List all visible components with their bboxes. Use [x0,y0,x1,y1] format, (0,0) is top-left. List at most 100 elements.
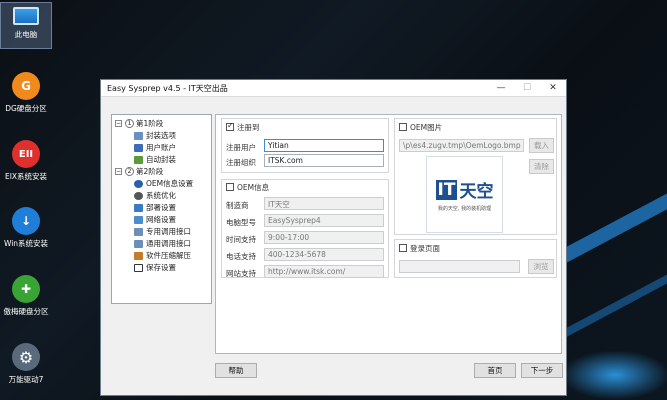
browse-button[interactable]: 浏览 [528,259,554,274]
tree-label: 网络设置 [146,215,176,224]
dg-partition-icon: G [12,72,40,100]
tree-item-oem-settings[interactable]: OEM信息设置 [134,178,193,189]
win-install-icon: ↓ [12,207,40,235]
tree-stage-2[interactable]: − 2 第2阶段 [115,166,163,177]
desktop-icon-eix-install[interactable]: EII EIX系统安装 [0,140,52,182]
itsk-logo: IT 天空 [435,177,494,202]
easy-sysprep-window: Easy Sysprep v4.5 - IT天空出品 — ☐ ✕ − 1 第1阶… [100,79,567,396]
tree-label: 用户账户 [146,143,176,152]
login-page-checkbox[interactable]: 登录页面 [399,243,440,254]
tree-item-save-settings[interactable]: 保存设置 [134,262,176,273]
checkbox-checked-icon [226,121,234,131]
oem-image-checkbox[interactable]: OEM图片 [399,122,442,133]
tree-item-package-options[interactable]: 封装选项 [134,130,176,141]
checkbox-label: OEM信息 [237,183,270,192]
computer-icon [13,7,39,25]
tree-label: 第2阶段 [136,167,164,176]
login-page-path-input[interactable] [399,260,520,273]
support-phone-input[interactable]: 400-1234-5678 [264,248,384,261]
tree-label: 封装选项 [146,131,176,140]
stage-icon: 1 [125,119,134,128]
register-user-label: 注册用户 [226,143,256,152]
logo-slogan: 我的天空, 我的装机助理 [437,206,492,212]
window-title: Easy Sysprep v4.5 - IT天空出品 [107,83,228,93]
tree-label: 专用调用接口 [146,227,191,236]
eix-install-icon: EII [12,140,40,168]
oem-image-path-input[interactable]: \p\es4.zugv.tmp\OemLogo.bmp [399,139,524,152]
tree-item-network-settings[interactable]: 网络设置 [134,214,176,225]
oem-field-label: 电话支持 [226,252,256,261]
tree-label: 自动封装 [146,155,176,164]
oem-info-group: OEM信息 制造商 IT天空 电脑型号 EasySysprep4 时间支持 9:… [221,179,389,278]
oem-image-group: OEM图片 \p\es4.zugv.tmp\OemLogo.bmp 载入 清除 … [394,118,557,235]
tree-label: OEM信息设置 [146,179,194,188]
desktop-icon-label: 此电脑 [14,30,38,39]
tree-item-user-accounts[interactable]: 用户账户 [134,142,176,153]
package-options-icon [134,131,143,140]
oem-field-label: 时间支持 [226,235,256,244]
tree-item-compression[interactable]: 软件压缩解压 [134,250,191,261]
tree-label: 软件压缩解压 [146,251,191,260]
save-icon [134,263,143,272]
load-button[interactable]: 载入 [529,138,554,153]
stage-icon: 2 [125,167,134,176]
register-user-input[interactable]: Yitian [264,139,384,152]
model-input[interactable]: EasySysprep4 [264,214,384,227]
wallpaper-glow [560,350,667,400]
interface-icon [134,239,143,248]
register-checkbox[interactable]: 注册到 [226,121,260,133]
tree-label: 第1阶段 [136,119,164,128]
oem-field-label: 电脑型号 [226,218,256,227]
tree-item-auto-package[interactable]: 自动封装 [134,154,176,165]
oem-info-checkbox[interactable]: OEM信息 [226,182,269,193]
checkbox-label: 注册到 [237,123,260,132]
close-button[interactable]: ✕ [540,80,566,97]
manufacturer-input[interactable]: IT天空 [264,197,384,210]
driver-icon: ⚙ [12,343,40,371]
next-button[interactable]: 下一步 [521,363,563,378]
desktop-icon-label: DG硬盘分区 [5,104,47,113]
network-icon [134,215,143,224]
desktop-icon-win-install[interactable]: ↓ Win系统安装 [0,207,52,249]
register-org-input[interactable]: ITSK.com [264,154,384,167]
aomei-partition-icon: ✚ [12,275,40,303]
checkbox-icon [399,244,407,252]
desktop-icon-aomei-partition[interactable]: ✚ 傲梅硬盘分区 [0,275,52,317]
logo-text: 天空 [459,182,494,202]
clear-button[interactable]: 清除 [529,159,554,174]
checkbox-icon [399,123,407,131]
desktop-icon-this-pc[interactable]: 此电脑 [0,2,52,49]
auto-package-icon [134,155,143,164]
tree-item-system-optimize[interactable]: 系统优化 [134,190,176,201]
desktop-icon-dg-partition[interactable]: G DG硬盘分区 [0,72,52,114]
tree-item-general-interface[interactable]: 通用调用接口 [134,238,191,249]
oem-field-label: 网站支持 [226,269,256,278]
tree-item-special-interface[interactable]: 专用调用接口 [134,226,191,237]
checkbox-label: 登录页面 [410,244,440,253]
collapse-toggle[interactable]: − [115,120,122,127]
login-page-group: 登录页面 浏览 [394,239,557,278]
maximize-button[interactable]: ☐ [514,80,540,97]
settings-panel: 注册到 注册用户 Yitian 注册组织 ITSK.com OEM信息 制造商 … [215,114,562,354]
support-hours-input[interactable]: 9:00-17:00 [264,231,384,244]
desktop-icon-label: 万能驱动7 [8,375,44,384]
checkbox-icon [226,183,234,191]
info-icon [134,179,143,188]
register-org-label: 注册组织 [226,158,256,167]
support-url-input[interactable]: http://www.itsk.com/ [264,265,384,278]
oem-field-label: 制造商 [226,201,249,210]
home-button[interactable]: 首页 [474,363,516,378]
title-bar[interactable]: Easy Sysprep v4.5 - IT天空出品 — ☐ ✕ [101,80,566,97]
deploy-icon [134,203,143,212]
tree-stage-1[interactable]: − 1 第1阶段 [115,118,163,129]
help-button[interactable]: 帮助 [215,363,257,378]
tree-label: 部署设置 [146,203,176,212]
tree-item-deploy-settings[interactable]: 部署设置 [134,202,176,213]
desktop-icon-label: 傲梅硬盘分区 [3,307,49,316]
collapse-toggle[interactable]: − [115,168,122,175]
minimize-button[interactable]: — [488,80,514,97]
desktop-icon-driver[interactable]: ⚙ 万能驱动7 [0,343,52,385]
user-accounts-icon [134,143,143,152]
interface-icon [134,227,143,236]
tree-label: 保存设置 [146,263,176,272]
